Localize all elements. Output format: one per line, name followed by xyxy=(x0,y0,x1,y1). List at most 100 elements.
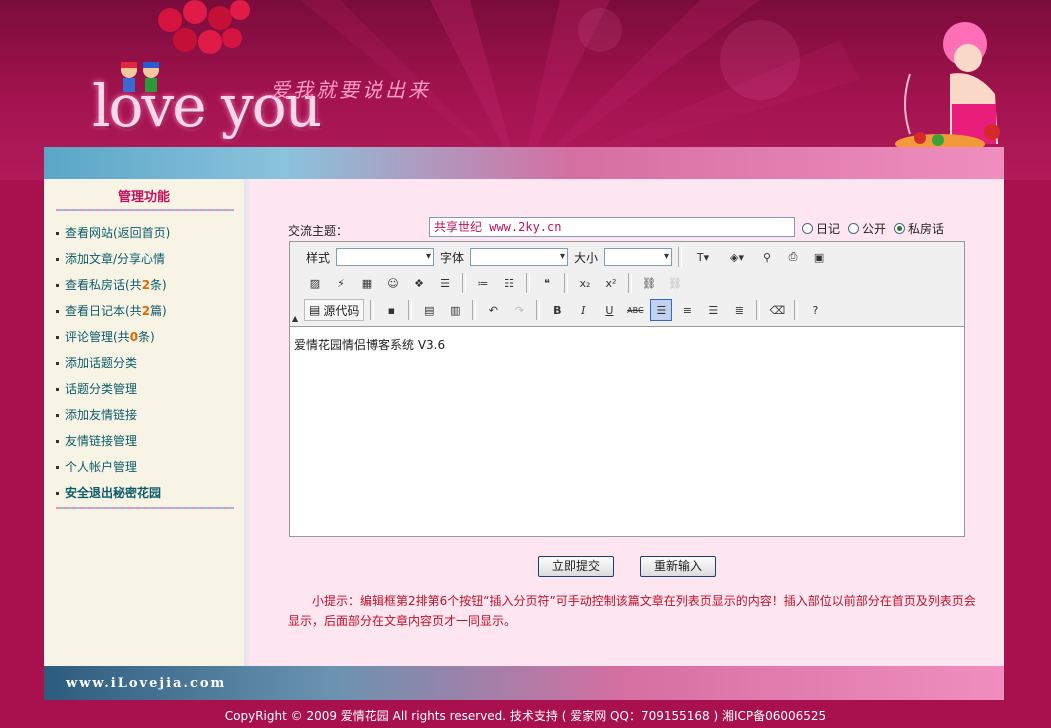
radio-public[interactable]: 公开 xyxy=(848,220,886,237)
align-justify-icon[interactable]: ≣ xyxy=(728,299,750,321)
toolbar-separator xyxy=(408,300,413,320)
site-url: www.iLovejia.com xyxy=(66,676,227,691)
subject-label: 交流主题： xyxy=(288,224,349,238)
special-char-icon[interactable]: ❖ xyxy=(408,272,430,294)
toolbar-separator xyxy=(756,300,761,320)
sidebar-item-comments[interactable]: 评论管理(共0条) xyxy=(56,328,236,354)
size-select[interactable] xyxy=(604,248,673,266)
table-icon[interactable]: ▦ xyxy=(356,272,378,294)
radio-checked-icon xyxy=(894,223,906,234)
reset-button[interactable]: 重新输入 xyxy=(640,556,716,577)
bold-icon[interactable]: B xyxy=(546,299,568,321)
align-center-icon[interactable]: ≡ xyxy=(676,299,698,321)
editor-toolbar: 样式 字体 大小 T▾ ◈▾ ⚲ ⎙ ▣ ▨ ⚡ ▦ ☺ ❖ ☰ ≔ ☷ ❝ xyxy=(290,242,964,327)
text-color-icon[interactable]: T▾ xyxy=(688,246,718,268)
align-left-icon[interactable]: ☰ xyxy=(650,299,673,321)
top-decor-bar xyxy=(44,147,1004,179)
sidebar-menu: 查看网站(返回首页) 添加文章/分享心情 查看私房话(共2条) 查看日记本(共2… xyxy=(56,224,236,510)
toolbar-separator xyxy=(370,300,375,320)
radio-diary[interactable]: 日记 xyxy=(802,220,840,237)
header-slogan: 爱我就要说出来 xyxy=(270,78,431,102)
sidebar-divider-bottom xyxy=(56,507,234,509)
page-break-icon[interactable]: ☰ xyxy=(434,272,456,294)
count-badge: 0 xyxy=(129,330,139,344)
bullet-icon xyxy=(56,310,59,313)
visibility-radio-group: 日记 公开 私房话 xyxy=(802,220,944,237)
toolbar-separator xyxy=(678,247,683,267)
bullet-icon xyxy=(56,284,59,287)
submit-button[interactable]: 立即提交 xyxy=(538,556,614,577)
strikethrough-icon[interactable]: ABC xyxy=(624,299,646,321)
toolbar-row-1: 样式 字体 大小 T▾ ◈▾ ⚲ ⎙ ▣ xyxy=(304,244,830,270)
toolbar-separator xyxy=(462,273,466,293)
sidebar-item-private-talk[interactable]: 查看私房话(共2条) xyxy=(56,276,236,302)
tip-text: 小提示：编辑框第2排第6个按钮“插入分页符”可手动控制该篇文章在列表页显示的内容… xyxy=(288,594,976,628)
toolbar-separator xyxy=(794,300,799,320)
sidebar-item-view-site[interactable]: 查看网站(返回首页) xyxy=(56,224,236,250)
subject-input[interactable]: 共享世纪 www.2ky.cn xyxy=(429,217,795,237)
smiley-icon[interactable]: ☺ xyxy=(382,272,404,294)
sidebar-item-diary[interactable]: 查看日记本(共2篇) xyxy=(56,302,236,328)
sidebar-item-add-link[interactable]: 添加友情链接 xyxy=(56,406,236,432)
bg-color-icon[interactable]: ◈▾ xyxy=(722,246,752,268)
unordered-list-icon[interactable]: ☷ xyxy=(498,272,520,294)
image-icon[interactable]: ▨ xyxy=(304,272,326,294)
girl-illustration-icon xyxy=(895,22,1000,154)
toolbar-separator xyxy=(628,273,632,293)
align-right-icon[interactable]: ☰ xyxy=(702,299,724,321)
sidebar-item-category-manage[interactable]: 话题分类管理 xyxy=(56,380,236,406)
bullet-icon xyxy=(56,388,59,391)
sidebar-item-link-manage[interactable]: 友情链接管理 xyxy=(56,432,236,458)
bullet-icon xyxy=(56,492,59,495)
editor-content[interactable]: 爱情花园情侣博客系统 V3.6 xyxy=(294,336,445,353)
roses-icon xyxy=(158,0,250,54)
count-badge: 2 xyxy=(141,304,151,318)
radio-circle-icon xyxy=(848,223,860,234)
bullet-icon xyxy=(56,362,59,365)
paste-text-icon[interactable]: ▥ xyxy=(444,299,466,321)
find-icon[interactable]: ⚲ xyxy=(756,246,778,268)
radio-private[interactable]: 私房话 xyxy=(894,220,944,237)
size-label: 大小 xyxy=(574,250,599,265)
fullscreen-icon[interactable]: ▣ xyxy=(808,246,830,268)
source-code-button[interactable]: ▤ 源代码 xyxy=(304,299,365,321)
eraser-icon[interactable]: ⌫ xyxy=(766,299,788,321)
bullet-icon xyxy=(56,466,59,469)
bullet-icon xyxy=(56,258,59,261)
sidebar-item-add-category[interactable]: 添加话题分类 xyxy=(56,354,236,380)
blockquote-icon[interactable]: ❝ xyxy=(536,272,558,294)
toolbar-row-3: ▤ 源代码 ▪ ▤ ▥ ↶ ↷ B I U ABC ☰ ≡ ☰ ≣ ⌫ ? xyxy=(304,297,826,323)
toolbar-separator xyxy=(472,300,477,320)
toolbar-separator xyxy=(536,300,541,320)
style-select[interactable] xyxy=(336,248,435,266)
underline-icon[interactable]: U xyxy=(598,299,620,321)
unlink-icon[interactable]: ⛓ xyxy=(664,272,686,294)
sidebar-item-add-article[interactable]: 添加文章/分享心情 xyxy=(56,250,236,276)
bullet-icon xyxy=(56,414,59,417)
toolbar-row-2: ▨ ⚡ ▦ ☺ ❖ ☰ ≔ ☷ ❝ x₂ x² ⛓ ⛓ xyxy=(304,270,686,296)
source-icon: ▤ xyxy=(309,303,321,317)
sidebar-item-account[interactable]: 个人帐户管理 xyxy=(56,458,236,484)
undo-icon[interactable]: ↶ xyxy=(482,299,504,321)
flash-icon[interactable]: ⚡ xyxy=(330,272,352,294)
link-icon[interactable]: ⛓ xyxy=(638,272,660,294)
toolbar-separator xyxy=(564,273,568,293)
redo-icon[interactable]: ↷ xyxy=(508,299,530,321)
bullet-icon xyxy=(56,232,59,235)
italic-icon[interactable]: I xyxy=(572,299,594,321)
collapse-toolbar-icon[interactable]: ▲ xyxy=(292,314,298,323)
paste-icon[interactable]: ▤ xyxy=(418,299,440,321)
radio-circle-icon xyxy=(802,223,813,234)
save-icon[interactable]: ▪ xyxy=(380,299,402,321)
subscript-icon[interactable]: x₂ xyxy=(574,272,596,294)
ordered-list-icon[interactable]: ≔ xyxy=(472,272,494,294)
bullet-icon xyxy=(56,336,59,339)
font-label: 字体 xyxy=(440,250,465,265)
sidebar-divider-top xyxy=(56,209,234,211)
sidebar-title: 管理功能 xyxy=(117,190,170,205)
toolbar-separator xyxy=(526,273,530,293)
preview-icon[interactable]: ⎙ xyxy=(782,246,804,268)
superscript-icon[interactable]: x² xyxy=(600,272,622,294)
font-select[interactable] xyxy=(470,248,569,266)
help-icon[interactable]: ? xyxy=(804,299,826,321)
